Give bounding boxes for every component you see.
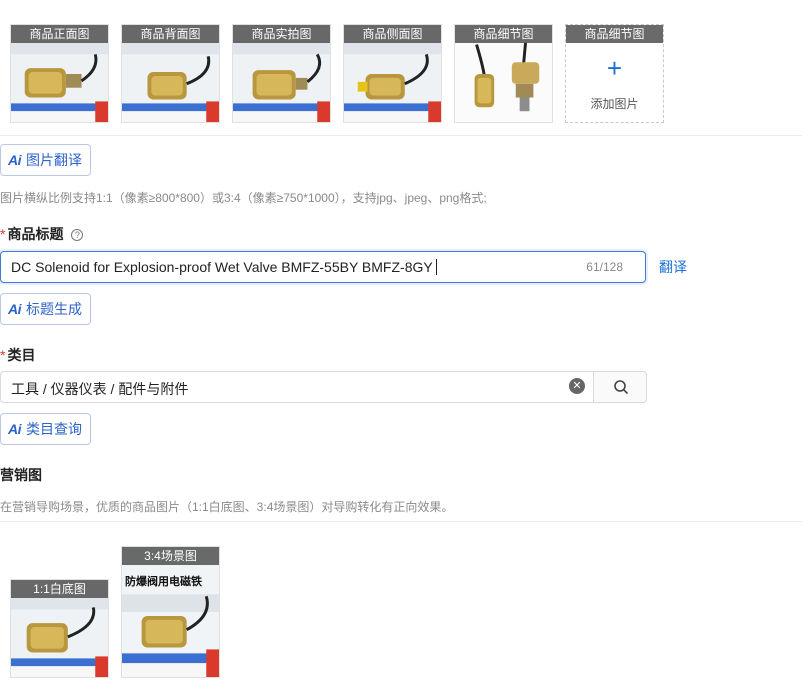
title-input[interactable]: DC Solenoid for Explosion-proof Wet Valv… [0,251,646,283]
label-text: 类目 [7,347,36,363]
clear-icon[interactable]: ✕ [569,378,585,394]
thumb-label: 商品正面图 [11,25,108,43]
add-image-button[interactable]: 商品细节图 + 添加图片 [565,24,664,123]
marketing-image-white-bg[interactable]: 1:1白底图 [10,579,109,678]
ai-icon: Ai [8,421,22,437]
product-image-front[interactable]: 商品正面图 [10,24,109,123]
ai-category-query-button[interactable]: Ai 类目查询 [0,413,91,445]
button-label: 图片翻译 [26,152,82,168]
thumb-label: 商品实拍图 [233,25,330,43]
button-label: 标题生成 [26,301,82,317]
category-input[interactable]: 工具 / 仪器仪表 / 配件与附件 [0,371,594,403]
thumb-label: 商品细节图 [455,25,552,43]
title-input-value: DC Solenoid for Explosion-proof Wet Valv… [11,259,437,275]
title-field-label: * 商品标题 ? [0,224,84,244]
marketing-hint: 在营销导购场景，优质的商品图片（1:1白底图、3:4场景图）对导购转化有正向效果… [0,500,454,514]
ai-icon: Ai [8,301,22,317]
product-image-detail[interactable]: 商品细节图 [454,24,553,123]
product-image-side[interactable]: 商品侧面图 [343,24,442,123]
search-icon [614,380,629,395]
thumb-label: 1:1白底图 [11,580,108,598]
marketing-image-scene[interactable]: 3:4场景图 防爆阀用电磁铁 [121,546,220,678]
plus-icon: + [606,53,623,83]
product-image-back[interactable]: 商品背面图 [121,24,220,123]
product-image-real[interactable]: 商品实拍图 [232,24,331,123]
section-divider [0,521,802,522]
button-label: 类目查询 [26,421,82,437]
thumb-label: 商品细节图 [566,25,663,43]
marketing-label: 营销图 [0,467,42,483]
title-char-counter: 61/128 [586,260,623,274]
label-text: 商品标题 [7,226,64,242]
ai-icon: Ai [8,152,22,168]
thumb-label: 商品侧面图 [344,25,441,43]
category-field-label: * 类目 [0,345,35,365]
add-image-label: 添加图片 [590,97,639,111]
required-mark: * [0,347,6,363]
category-search-button[interactable] [593,371,647,403]
text-caret [435,259,437,275]
ai-title-generate-button[interactable]: Ai 标题生成 [0,293,91,325]
ai-image-translate-button[interactable]: Ai 图片翻译 [0,144,91,176]
product-photo [122,547,219,677]
help-icon[interactable]: ? [71,229,84,241]
title-translate-link[interactable]: 翻译 [659,257,687,277]
thumb-label: 3:4场景图 [122,547,219,565]
thumb-label: 商品背面图 [122,25,219,43]
required-mark: * [0,226,6,242]
image-format-hint: 图片横纵比例支持1:1（像素≥800*800）或3:4（像素≥750*1000）… [0,191,487,205]
category-input-value: 工具 / 仪器仪表 / 配件与附件 [11,381,189,397]
image-banner-text: 防爆阀用电磁铁 [125,576,202,588]
section-divider [0,135,802,136]
